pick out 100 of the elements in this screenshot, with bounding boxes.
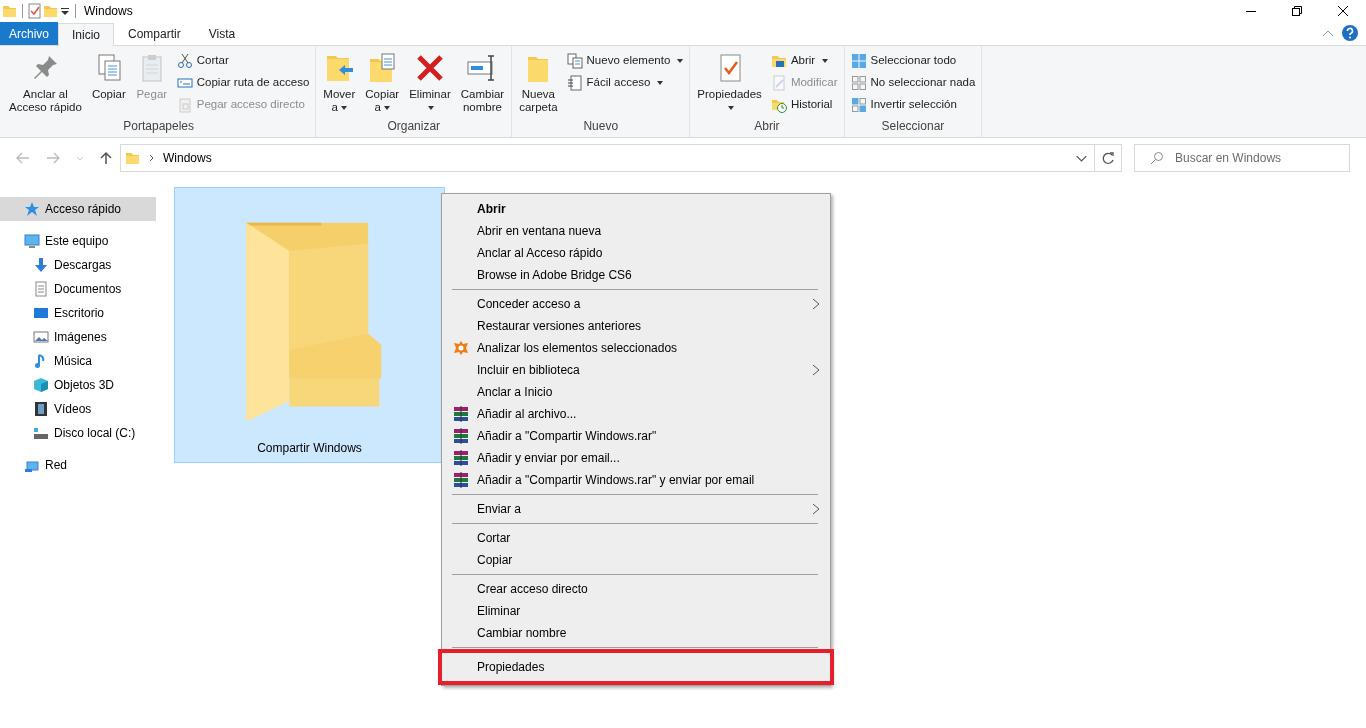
- ribbon-button[interactable]: Copiar: [88, 50, 129, 103]
- sidebar-item[interactable]: Imágenes: [0, 325, 156, 349]
- sidebar-item[interactable]: Vídeos: [0, 397, 156, 421]
- books-icon: [453, 450, 469, 466]
- file-tab[interactable]: Archivo: [0, 22, 58, 45]
- cube-icon: [33, 377, 49, 393]
- forward-icon[interactable]: [46, 152, 60, 164]
- ribbon-button[interactable]: Cambiar nombre: [457, 50, 508, 116]
- ribbon-button[interactable]: Copiar a: [362, 50, 403, 116]
- ribbon-button[interactable]: Seleccionar todo: [848, 50, 978, 72]
- restore-icon: [1292, 6, 1302, 16]
- help-icon[interactable]: [1342, 25, 1358, 41]
- folder-icon: [125, 150, 141, 166]
- menu-item[interactable]: Restaurar versiones anteriores: [444, 315, 828, 337]
- scissors-icon: [176, 53, 193, 69]
- monitor-icon: [24, 233, 40, 249]
- badge-icon: [453, 340, 469, 356]
- sidebar-item[interactable]: Escritorio: [0, 301, 156, 325]
- breadcrumb-item[interactable]: Windows: [163, 149, 212, 167]
- sidebar-item[interactable]: Objetos 3D: [0, 373, 156, 397]
- select-all-icon: [850, 53, 867, 69]
- film-icon: [33, 401, 49, 417]
- chevron-right-icon: [812, 503, 820, 515]
- sidebar-item[interactable]: Este equipo: [0, 229, 156, 253]
- ribbon-button[interactable]: Eliminar: [406, 50, 454, 116]
- menu-item[interactable]: Añadir a "Compartir Windows.rar" y enviar por email: [444, 469, 828, 491]
- menu-item[interactable]: Anclar a Inicio: [444, 381, 828, 403]
- chevron-up-icon[interactable]: [1322, 29, 1334, 37]
- up-icon[interactable]: [100, 151, 112, 165]
- shortcut-icon: [176, 97, 193, 113]
- back-icon[interactable]: [16, 152, 30, 164]
- desktop-icon: [33, 305, 49, 321]
- folder-item[interactable]: Compartir Windows: [174, 187, 445, 463]
- chevron-right-icon[interactable]: [149, 154, 155, 162]
- path-icon: [176, 75, 193, 91]
- sidebar-item[interactable]: Música: [0, 349, 156, 373]
- ribbon-tab[interactable]: Vista: [194, 22, 250, 45]
- invert-selection-icon: [850, 97, 867, 113]
- group-label: Seleccionar: [880, 118, 946, 135]
- window-title: Windows: [84, 3, 133, 20]
- menu-item[interactable]: Analizar los elementos seleccionados: [444, 337, 828, 359]
- ribbon-button[interactable]: Historial: [768, 94, 840, 116]
- sidebar-item[interactable]: Acceso rápido: [0, 197, 156, 221]
- select-none-icon: [850, 75, 867, 91]
- menu-item[interactable]: Conceder acceso a: [444, 293, 828, 315]
- open-folder-icon: [770, 53, 787, 69]
- chevron-right-icon: [812, 364, 820, 376]
- menu-item[interactable]: Anclar al Acceso rápido: [444, 242, 828, 264]
- ribbon-tab[interactable]: Compartir: [114, 22, 195, 45]
- drive-icon: [33, 425, 49, 441]
- books-icon: [453, 406, 469, 422]
- edit-icon: [770, 75, 787, 91]
- menu-item[interactable]: Copiar: [444, 549, 828, 571]
- sidebar-item[interactable]: Red: [0, 453, 156, 477]
- ribbon-button[interactable]: Nueva carpeta: [516, 50, 561, 116]
- ribbon-button[interactable]: Anclar al Acceso rápido: [6, 50, 85, 116]
- menu-item[interactable]: Crear acceso directo: [444, 578, 828, 600]
- new-item-icon: [566, 53, 583, 69]
- sidebar-item[interactable]: Documentos: [0, 277, 156, 301]
- menu-item[interactable]: Cambiar nombre: [444, 622, 828, 644]
- menu-item[interactable]: Abrir en ventana nueva: [444, 220, 828, 242]
- ribbon-tab[interactable]: Inicio: [58, 23, 115, 46]
- menu-item[interactable]: Añadir al archivo...: [444, 403, 828, 425]
- ribbon-button[interactable]: Mover a: [320, 50, 359, 116]
- menu-item[interactable]: Añadir a "Compartir Windows.rar": [444, 425, 828, 447]
- address-field[interactable]: Windows: [120, 144, 1122, 172]
- menu-item[interactable]: Añadir y enviar por email...: [444, 447, 828, 469]
- sidebar-item[interactable]: Disco local (C:): [0, 421, 156, 445]
- document-icon: [33, 281, 49, 297]
- image-icon: [33, 329, 49, 345]
- books-icon: [453, 472, 469, 488]
- menu-item[interactable]: Abrir: [444, 198, 828, 220]
- menu-item[interactable]: Incluir en biblioteca: [444, 359, 828, 381]
- menu-item[interactable]: Cortar: [444, 527, 828, 549]
- menu-item[interactable]: Eliminar: [444, 600, 828, 622]
- close-icon: [1338, 6, 1348, 16]
- ribbon-button[interactable]: Invertir selección: [848, 94, 978, 116]
- ribbon-button[interactable]: Propiedades: [694, 50, 765, 116]
- search-field[interactable]: Buscar en Windows: [1134, 144, 1350, 172]
- books-icon: [453, 428, 469, 444]
- menu-item[interactable]: Browse in Adobe Bridge CS6: [444, 264, 828, 286]
- ribbon-button[interactable]: No seleccionar nada: [848, 72, 978, 94]
- ribbon-button[interactable]: Copiar ruta de acceso: [174, 72, 312, 94]
- ribbon-button[interactable]: Fácil acceso: [564, 72, 686, 94]
- easy-access-icon: [566, 75, 583, 91]
- history-icon: [770, 97, 787, 113]
- chevron-right-icon: [812, 298, 820, 310]
- group-label: Portapapeles: [122, 118, 195, 135]
- group-label: Nuevo: [582, 118, 620, 135]
- ribbon-button[interactable]: Cortar: [174, 50, 312, 72]
- ribbon-button[interactable]: Nuevo elemento: [564, 50, 686, 72]
- ribbon-button[interactable]: Abrir: [768, 50, 840, 72]
- menu-item[interactable]: Enviar a: [444, 498, 828, 520]
- download-icon: [33, 257, 49, 273]
- sidebar-item[interactable]: Descargas: [0, 253, 156, 277]
- group-label: Organizar: [386, 118, 442, 135]
- star-icon: [24, 201, 40, 217]
- search-icon: [1150, 151, 1164, 165]
- menu-item[interactable]: Propiedades: [438, 649, 834, 685]
- checklist-icon[interactable]: [27, 3, 43, 19]
